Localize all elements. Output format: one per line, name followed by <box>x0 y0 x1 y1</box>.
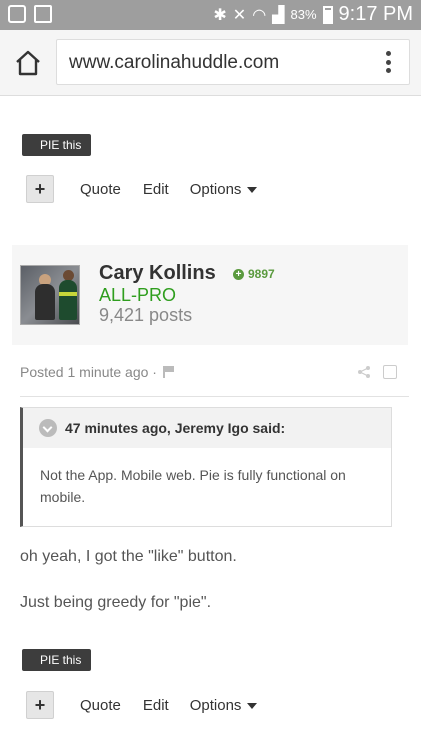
quote-block: 47 minutes ago, Jeremy Igo said: Not the… <box>20 407 392 527</box>
url-bar[interactable]: www.carolinahuddle.com <box>56 39 410 85</box>
edit-button[interactable]: Edit <box>143 697 169 714</box>
plus-circle-icon: + <box>233 268 244 280</box>
bluetooth-icon: ✱ <box>213 6 227 24</box>
post-actions: + Quote Edit Options <box>26 174 258 204</box>
options-label: Options <box>189 180 242 198</box>
share-icon[interactable] <box>357 366 371 378</box>
overflow-menu-icon[interactable] <box>385 51 391 73</box>
quote-header: 47 minutes ago, Jeremy Igo said: <box>23 408 391 448</box>
page-content: PIE this + Quote Edit Options Cary Kolli… <box>0 96 421 750</box>
quote-text: Not the App. Mobile web. Pie is fully fu… <box>40 467 346 505</box>
plus-button[interactable]: + <box>26 175 54 203</box>
voicemail-icon <box>8 5 26 23</box>
posted-time: Posted 1 minute ago · <box>20 364 157 380</box>
status-bar: ✱ ✕ ◠ ▟ 83% 9:17 PM <box>0 0 421 30</box>
author-panel: Cary Kollins + 9897 ALL-PRO 9,421 posts <box>12 245 408 345</box>
clock: 9:17 PM <box>338 3 413 25</box>
select-post-checkbox[interactable] <box>383 365 397 379</box>
post-body-line: Just being greedy for "pie". <box>20 594 212 611</box>
battery-icon <box>322 5 333 24</box>
quote-attribution: 47 minutes ago, Jeremy Igo said: <box>65 420 286 436</box>
pie-this-button[interactable]: PIE this <box>22 134 92 156</box>
author-name[interactable]: Cary Kollins <box>99 262 216 285</box>
reputation-badge: + 9897 <box>233 267 275 281</box>
caret-down-icon <box>247 702 258 709</box>
author-title: ALL-PRO <box>99 285 177 305</box>
status-indicators: ✱ ✕ ◠ ▟ 83% 9:17 PM <box>213 3 413 26</box>
edit-button[interactable]: Edit <box>143 181 169 198</box>
divider <box>20 396 409 397</box>
avatar[interactable] <box>20 265 80 325</box>
post-body-line: oh yeah, I got the "like" button. <box>20 548 237 565</box>
url-text: www.carolinahuddle.com <box>69 52 280 73</box>
image-icon <box>34 5 52 23</box>
caret-down-icon <box>247 186 258 193</box>
report-flag-icon[interactable] <box>162 366 175 378</box>
quote-button[interactable]: Quote <box>80 181 121 198</box>
options-label: Options <box>189 696 242 714</box>
pie-this-button[interactable]: PIE this <box>22 649 92 671</box>
notification-icons <box>8 5 52 23</box>
battery-percent: 83% <box>290 7 317 22</box>
options-button[interactable]: Options <box>190 181 258 198</box>
home-icon[interactable] <box>14 50 42 76</box>
author-post-count: 9,421 posts <box>99 305 193 325</box>
chevron-down-icon[interactable] <box>39 419 57 437</box>
quote-button[interactable]: Quote <box>80 697 121 714</box>
cut-off-text <box>20 86 320 98</box>
reputation-count: 9897 <box>248 267 275 281</box>
post-actions: + Quote Edit Options <box>26 690 258 720</box>
wifi-icon: ◠ <box>252 6 267 24</box>
plus-button[interactable]: + <box>26 691 54 719</box>
options-button[interactable]: Options <box>190 697 258 714</box>
mute-icon: ✕ <box>232 6 247 24</box>
signal-icon: ▟ <box>272 6 285 24</box>
post-meta: Posted 1 minute ago · <box>20 364 175 380</box>
